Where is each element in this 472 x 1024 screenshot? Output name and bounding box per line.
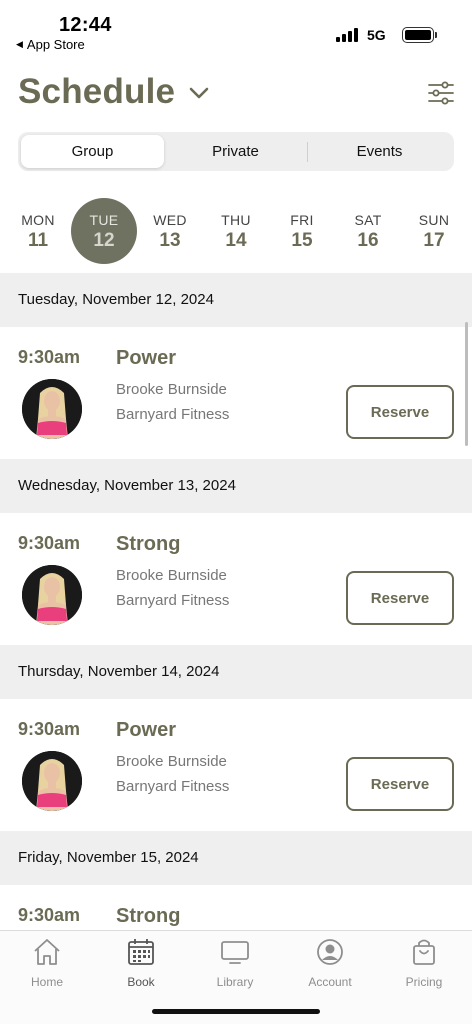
instructor-avatar [22,379,82,439]
date-header-label: Wednesday, November 13, 2024 [18,477,236,494]
instructor-avatar [22,751,82,811]
studio-name: Barnyard Fitness [116,406,230,423]
scrollbar[interactable] [465,322,468,446]
filter-sliders-icon[interactable] [428,80,454,106]
day-number: 15 [291,230,313,251]
home-indicator[interactable] [152,1009,320,1014]
page-title[interactable]: Schedule [18,72,175,112]
calendar-icon [128,939,154,965]
back-to-app-link[interactable]: ◀ App Store [16,37,85,52]
day-number: 16 [357,230,379,251]
day-of-week-label: TUE [89,212,119,228]
day-friday[interactable]: FRI 15 [269,196,335,264]
week-day-strip: MON 11 TUE 12 WED 13 THU 14 FRI 15 SAT 1… [0,196,472,268]
tab-book[interactable]: Book [94,937,188,997]
day-of-week-label: WED [153,212,187,228]
class-time: 9:30am [18,719,81,739]
class-list-item[interactable]: 9:30am Strong Brooke Burnside Barnyard F… [0,513,472,645]
instructor-name: Brooke Burnside [116,753,227,770]
back-arrow-icon: ◀ [16,39,23,49]
segment-events[interactable]: Events [308,135,451,168]
status-bar: 12:44 ◀ App Store 5G [0,0,472,60]
day-number: 14 [225,230,247,251]
day-tuesday[interactable]: TUE 12 [71,196,137,264]
class-time: 9:30am [18,905,81,925]
studio-name: Barnyard Fitness [116,778,230,795]
network-type: 5G [367,27,386,43]
day-number: 12 [93,230,115,251]
battery-icon [402,27,437,43]
instructor-avatar [22,565,82,625]
day-monday[interactable]: MON 11 [5,196,71,264]
shopping-bag-icon [413,939,435,965]
chevron-down-icon[interactable] [188,82,210,104]
date-header-label: Thursday, November 14, 2024 [18,663,220,680]
instructor-name: Brooke Burnside [116,567,227,584]
account-icon [317,939,343,965]
day-thursday[interactable]: THU 14 [203,196,269,264]
class-type-segmented-control: Group Private Events [18,132,454,171]
day-saturday[interactable]: SAT 16 [335,196,401,264]
class-name: Strong [116,533,181,555]
tab-label: Pricing [405,975,443,989]
class-list-item[interactable]: 9:30am Strong [0,885,472,930]
tab-label: Library [216,975,254,989]
date-section-header: Friday, November 15, 2024 [0,831,472,885]
class-name: Power [116,347,177,369]
day-of-week-label: FRI [290,212,314,228]
reserve-button[interactable]: Reserve [346,757,454,811]
class-name: Power [116,719,177,741]
date-section-header: Wednesday, November 13, 2024 [0,459,472,513]
tab-library[interactable]: Library [188,937,282,997]
segment-group[interactable]: Group [21,135,164,168]
day-number: 17 [423,230,445,251]
reserve-button[interactable]: Reserve [346,571,454,625]
back-app-label: App Store [26,37,85,52]
monitor-icon [221,941,249,964]
segment-private[interactable]: Private [164,135,307,168]
cellular-signal-icon [336,28,360,42]
day-of-week-label: MON [21,212,55,228]
date-section-header: Thursday, November 14, 2024 [0,645,472,699]
tab-label: Book [127,975,155,989]
tab-account[interactable]: Account [283,937,377,997]
tab-pricing[interactable]: Pricing [377,937,471,997]
date-header-label: Tuesday, November 12, 2024 [18,291,214,308]
day-number: 11 [27,230,49,251]
date-section-header: Tuesday, November 12, 2024 [0,273,472,327]
tab-home[interactable]: Home [0,937,94,997]
day-sunday[interactable]: SUN 17 [401,196,467,264]
day-wednesday[interactable]: WED 13 [137,196,203,264]
tab-label: Account [308,975,352,989]
class-time: 9:30am [18,347,81,367]
status-time: 12:44 [59,14,112,36]
class-list-item[interactable]: 9:30am Power Brooke Burnside Barnyard Fi… [0,699,472,831]
day-number: 13 [159,230,181,251]
class-time: 9:30am [18,533,81,553]
page-header: Schedule [18,72,454,116]
tab-label: Home [30,975,63,989]
class-name: Strong [116,905,181,927]
studio-name: Barnyard Fitness [116,592,230,609]
date-header-label: Friday, November 15, 2024 [18,849,199,866]
instructor-name: Brooke Burnside [116,381,227,398]
reserve-button[interactable]: Reserve [346,385,454,439]
home-icon [34,939,60,965]
day-of-week-label: SAT [354,212,382,228]
day-of-week-label: THU [221,212,251,228]
day-of-week-label: SUN [418,212,450,228]
class-list-item[interactable]: 9:30am Power Brooke Burnside Barnyard Fi… [0,327,472,459]
